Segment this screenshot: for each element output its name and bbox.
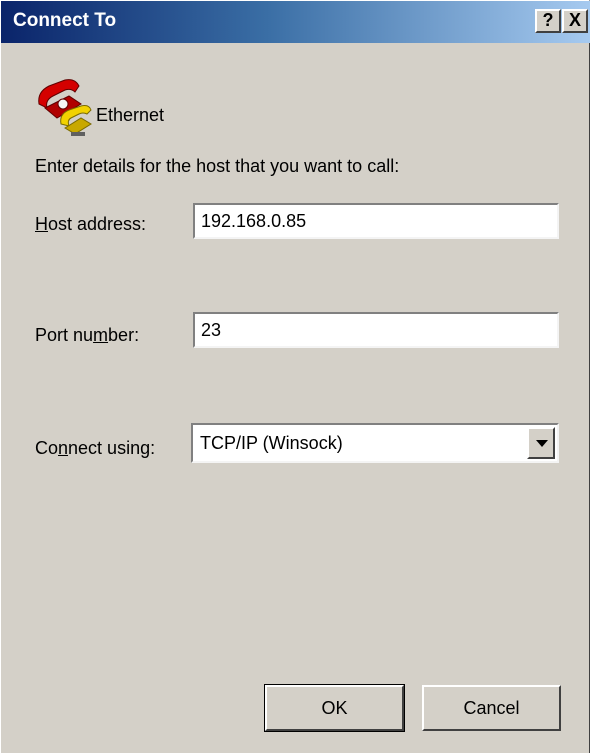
instruction-text: Enter details for the host that you want… (35, 156, 400, 176)
port-number-label: Port number: (35, 325, 140, 345)
close-button[interactable]: X (562, 9, 588, 33)
connect-using-label: Connect using: (35, 438, 156, 458)
window-title: Connect To (13, 10, 117, 31)
chevron-down-icon (536, 440, 548, 447)
dropdown-arrow-button[interactable] (527, 427, 555, 459)
connect-to-dialog: Connect To ? X Ethernet Enter details fo… (0, 0, 590, 753)
connection-name: Ethernet (96, 105, 165, 125)
help-button[interactable]: ? (535, 9, 561, 33)
connect-using-value: TCP/IP (Winsock) (200, 433, 343, 453)
title-bar[interactable]: Connect To ? X (1, 1, 590, 43)
port-number-input[interactable] (193, 312, 559, 348)
telephone-icon (35, 74, 95, 140)
host-address-label: Host address: (35, 214, 147, 234)
host-address-input[interactable] (193, 203, 559, 239)
connect-using-select[interactable]: TCP/IP (Winsock) (191, 423, 559, 463)
ok-button[interactable]: OK (264, 684, 405, 732)
cancel-button[interactable]: Cancel (422, 685, 561, 731)
